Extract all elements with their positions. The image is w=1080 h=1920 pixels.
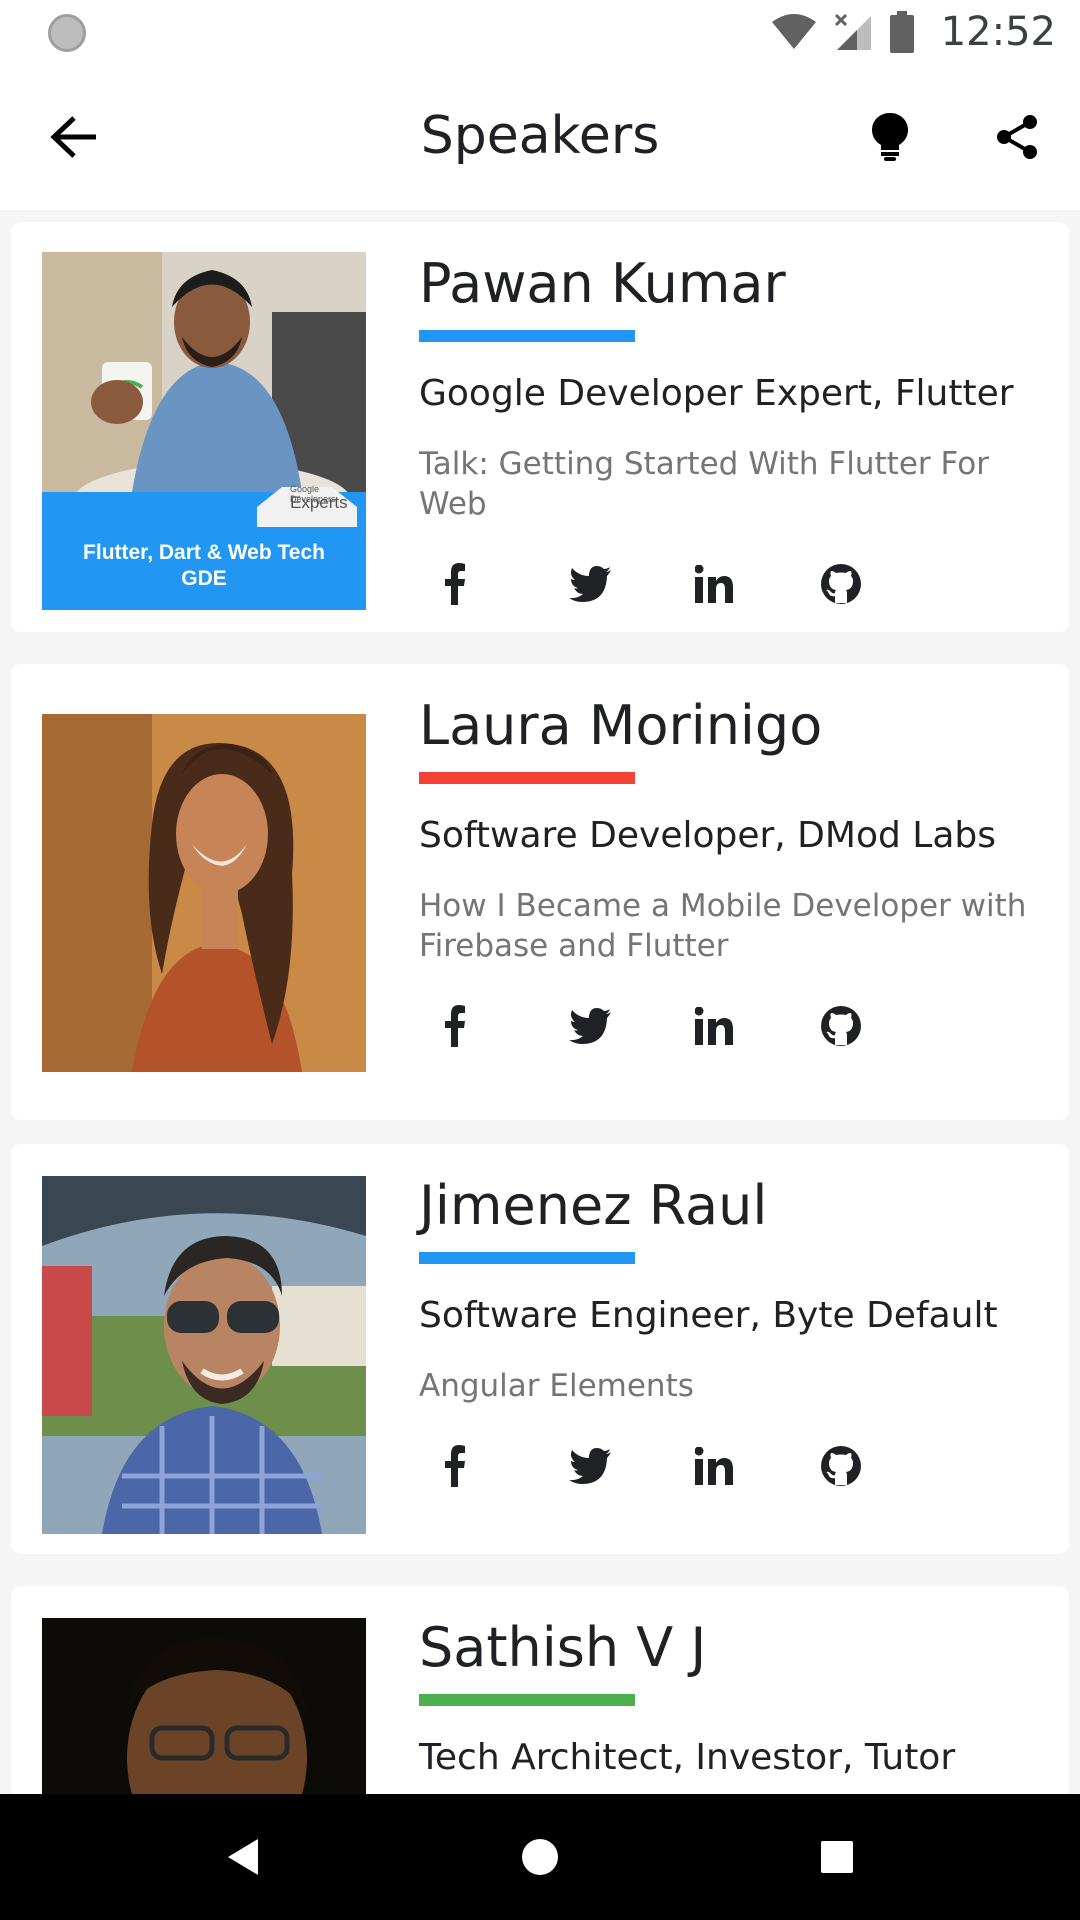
theme-toggle-button[interactable] [850, 97, 930, 177]
name-accent-bar [419, 1694, 635, 1706]
speaker-info: Pawan Kumar Google Developer Expert, Flu… [419, 252, 1049, 616]
github-icon [821, 564, 861, 604]
status-time: 12:52 [940, 9, 1056, 55]
name-accent-bar [419, 772, 635, 784]
speaker-info: Sathish V J Tech Architect, Investor, Tu… [419, 1616, 1049, 1780]
github-icon [821, 1446, 861, 1486]
social-links [443, 994, 1049, 1058]
speaker-name: Sathish V J [419, 1616, 707, 1679]
name-accent-bar [419, 1252, 635, 1264]
speakers-list[interactable]: Google Developers Experts Flutter, Dart … [0, 210, 1080, 1794]
github-link[interactable] [821, 994, 947, 1058]
photo-caption: Flutter, Dart & Web Tech GDE [83, 541, 325, 590]
twitter-icon [569, 1448, 611, 1484]
twitter-icon [569, 1008, 611, 1044]
app-bar: Speakers [0, 64, 1080, 210]
speaker-name: Jimenez Raul [419, 1174, 768, 1237]
speaker-photo [42, 1618, 366, 1794]
nav-back-icon [228, 1839, 258, 1875]
speaker-role: Google Developer Expert, Flutter [419, 373, 1014, 414]
linkedin-icon [695, 565, 733, 603]
github-link[interactable] [821, 1434, 947, 1498]
speaker-talk: How I Became a Mobile Developer with Fir… [419, 888, 1027, 964]
social-links [443, 1434, 1049, 1498]
twitter-link[interactable] [569, 994, 695, 1058]
linkedin-icon [695, 1447, 733, 1485]
facebook-icon [445, 563, 465, 605]
linkedin-link[interactable] [695, 552, 821, 616]
twitter-link[interactable] [569, 552, 695, 616]
photo-badge: Experts [290, 493, 348, 512]
nav-recents-button[interactable] [807, 1827, 867, 1887]
speaker-role: Software Developer, DMod Labs [419, 815, 997, 856]
status-icons: 12:52 [771, 8, 1056, 56]
linkedin-icon [695, 1007, 733, 1045]
speaker-talk: Angular Elements [419, 1368, 694, 1404]
speaker-card[interactable]: Google Developers Experts Flutter, Dart … [11, 222, 1069, 632]
twitter-icon [569, 566, 611, 602]
facebook-icon [445, 1005, 465, 1047]
speaker-info: Jimenez Raul Software Engineer, Byte Def… [419, 1174, 1049, 1498]
facebook-icon [445, 1445, 465, 1487]
speaker-photo: Google Developers Experts Flutter, Dart … [42, 252, 366, 610]
battery-icon [889, 11, 914, 53]
facebook-link[interactable] [443, 1434, 569, 1498]
social-links [443, 552, 1049, 616]
nav-home-icon [522, 1839, 558, 1875]
speaker-talk: Talk: Getting Started With Flutter For W… [419, 446, 989, 522]
twitter-link[interactable] [569, 1434, 695, 1498]
nav-recents-icon [821, 1841, 853, 1873]
speaker-photo [42, 714, 366, 1072]
share-button[interactable] [977, 97, 1057, 177]
lightbulb-icon [872, 113, 908, 161]
nav-home-button[interactable] [510, 1827, 570, 1887]
facebook-link[interactable] [443, 552, 569, 616]
speaker-name: Laura Morinigo [419, 694, 823, 757]
speaker-photo [42, 1176, 366, 1534]
cell-signal-icon [834, 13, 871, 50]
speaker-role: Software Engineer, Byte Default [419, 1295, 998, 1336]
github-icon [821, 1006, 861, 1046]
share-icon [997, 115, 1037, 159]
wifi-icon [771, 14, 816, 49]
speaker-role: Tech Architect, Investor, Tutor [419, 1737, 956, 1778]
speaker-card[interactable]: Jimenez Raul Software Engineer, Byte Def… [11, 1144, 1069, 1554]
status-bar: 12:52 [0, 0, 1080, 64]
nav-back-button[interactable] [212, 1827, 272, 1887]
github-link[interactable] [821, 552, 947, 616]
speaker-card[interactable]: Laura Morinigo Software Developer, DMod … [11, 664, 1069, 1120]
linkedin-link[interactable] [695, 1434, 821, 1498]
speaker-card[interactable]: Sathish V J Tech Architect, Investor, Tu… [11, 1586, 1069, 1794]
facebook-link[interactable] [443, 994, 569, 1058]
speaker-info: Laura Morinigo Software Developer, DMod … [419, 694, 1049, 1058]
speaker-name: Pawan Kumar [419, 252, 786, 315]
name-accent-bar [419, 330, 635, 342]
linkedin-link[interactable] [695, 994, 821, 1058]
notification-icon [48, 14, 86, 52]
system-nav-bar [0, 1794, 1080, 1920]
